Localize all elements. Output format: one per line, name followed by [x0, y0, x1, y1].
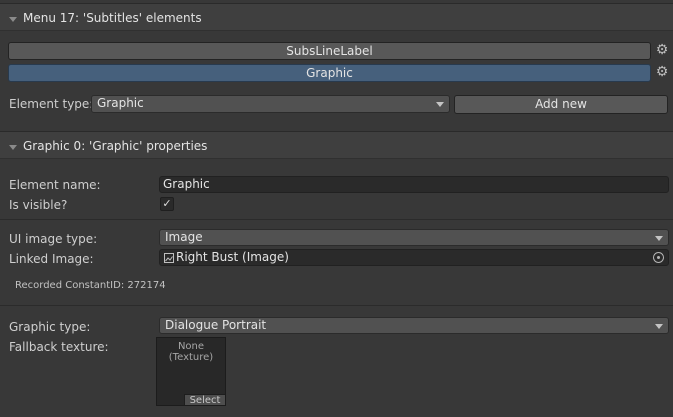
ui-image-type-label: UI image type:	[9, 232, 98, 246]
element-button-graphic[interactable]: Graphic	[8, 64, 651, 82]
linked-image-field[interactable]: Right Bust (Image)	[159, 249, 669, 266]
fallback-texture-label: Fallback texture:	[9, 340, 109, 354]
chevron-down-icon	[655, 324, 663, 329]
image-icon	[164, 253, 174, 263]
element-button-subslinelabel[interactable]: SubsLineLabel	[8, 42, 651, 60]
element-type-value: Graphic	[97, 96, 144, 110]
separator	[0, 219, 673, 220]
graphic-type-dropdown[interactable]: Dialogue Portrait	[159, 317, 669, 334]
element-name-label: Element name:	[9, 178, 101, 192]
menu-section-title: Menu 17: 'Subtitles' elements	[23, 11, 202, 25]
properties-section-header[interactable]: Graphic 0: 'Graphic' properties	[0, 131, 673, 159]
linked-image-label: Linked Image:	[9, 252, 94, 266]
texture-none-line1: None	[177, 341, 205, 352]
foldout-arrow-icon[interactable]	[9, 145, 17, 150]
graphic-type-label: Graphic type:	[9, 320, 91, 334]
element-type-label: Element type:	[9, 97, 94, 111]
element-name-input[interactable]: Graphic	[159, 176, 669, 193]
separator	[0, 305, 673, 306]
ui-image-type-value: Image	[165, 230, 203, 244]
ui-image-type-dropdown[interactable]: Image	[159, 229, 669, 246]
chevron-down-icon	[436, 102, 444, 107]
texture-none-line2: (Texture)	[168, 352, 214, 363]
menu-section-header[interactable]: Menu 17: 'Subtitles' elements	[0, 3, 673, 31]
chevron-down-icon	[655, 236, 663, 241]
texture-select-button[interactable]: Select	[184, 394, 225, 406]
foldout-arrow-icon[interactable]	[9, 17, 17, 22]
fallback-texture-slot[interactable]: None (Texture) Select	[156, 337, 226, 406]
gear-icon[interactable]: ⚙	[654, 65, 670, 81]
is-visible-label: Is visible?	[9, 198, 68, 212]
add-new-button[interactable]: Add new	[454, 95, 668, 114]
linked-image-value: Right Bust (Image)	[176, 250, 289, 264]
object-picker-icon[interactable]	[653, 252, 664, 263]
graphic-type-value: Dialogue Portrait	[165, 318, 267, 332]
gear-icon[interactable]: ⚙	[654, 43, 670, 59]
recorded-constant-id: Recorded ConstantID: 272174	[15, 280, 166, 291]
element-type-dropdown[interactable]: Graphic	[91, 95, 450, 113]
is-visible-checkbox[interactable]: ✓	[160, 197, 174, 211]
properties-section-title: Graphic 0: 'Graphic' properties	[23, 139, 208, 153]
